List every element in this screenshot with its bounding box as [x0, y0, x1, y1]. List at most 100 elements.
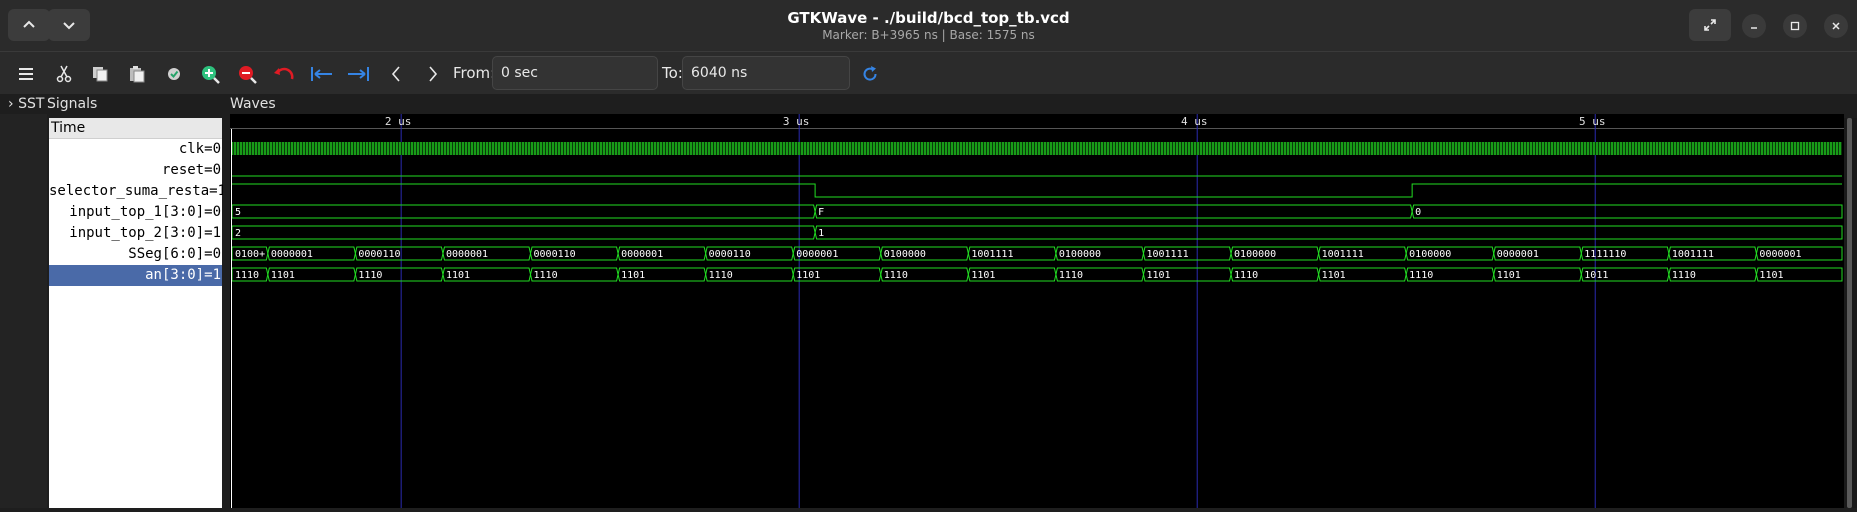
- prev-icon: [391, 66, 400, 82]
- menu-icon: [19, 68, 33, 80]
- from-input[interactable]: [492, 56, 658, 90]
- input-top-1-value-label: 5: [235, 207, 241, 218]
- signal-row-reset[interactable]: reset=0: [49, 160, 222, 181]
- cut-button[interactable]: [50, 60, 78, 88]
- zoom-begin-button[interactable]: [308, 60, 336, 88]
- wave-scrollbar[interactable]: [1844, 118, 1857, 508]
- sseg-value-label: 0000001: [271, 249, 313, 260]
- sseg-value-label: 1001111: [1672, 249, 1714, 260]
- sseg-value-label: 0100000: [1234, 249, 1276, 260]
- sseg-value-label: 0000001: [796, 249, 838, 260]
- input-top-1-segment: [231, 204, 816, 219]
- signals-title: Signals: [47, 96, 98, 112]
- an-value-label: 1101: [621, 270, 645, 281]
- copy-button[interactable]: [86, 60, 114, 88]
- undo-zoom-button[interactable]: [270, 60, 298, 88]
- an-value-label: 1101: [446, 270, 470, 281]
- title-bar: GTKWave - ./build/bcd_top_tb.vcd Marker:…: [0, 0, 1857, 52]
- an-value-label: 1110: [534, 270, 558, 281]
- signal-row-an[interactable]: an[3:0]=1: [49, 265, 222, 286]
- time-tick-label: 5 us: [1579, 115, 1606, 128]
- an-value-label: 1110: [709, 270, 733, 281]
- sst-expander[interactable]: › SST: [8, 96, 44, 112]
- sseg-value-label: 1001111: [1322, 249, 1364, 260]
- an-value-label: 1101: [1322, 270, 1346, 281]
- fullscreen-button[interactable]: [1689, 9, 1731, 41]
- toolbar: From: To:: [0, 52, 1857, 94]
- sst-label: SST: [18, 96, 45, 112]
- signals-list: Time clk=0 reset=0 selector_suma_resta=1…: [49, 118, 226, 508]
- sseg-value-label: 0100+: [235, 249, 265, 260]
- signal-value: 1: [212, 267, 221, 283]
- sseg-value-label: 1001111: [971, 249, 1013, 260]
- maximize-button[interactable]: [1783, 14, 1807, 38]
- close-button[interactable]: [1824, 14, 1848, 38]
- wave-canvas[interactable]: 2 us 3 us 4 us 5 us 5 F 0 2 1 0100+ 0000001 0000110…: [230, 114, 1844, 508]
- cut-icon: [56, 65, 72, 83]
- select-all-button[interactable]: [160, 60, 188, 88]
- maximize-icon: [1790, 21, 1800, 31]
- sseg-value-label: 0100000: [884, 249, 926, 260]
- time-tick-label: 4 us: [1181, 115, 1208, 128]
- paste-icon: [130, 66, 145, 83]
- time-tick-label: 3 us: [783, 115, 810, 128]
- copy-icon: [93, 67, 108, 82]
- zoom-in-button[interactable]: [196, 60, 224, 88]
- an-value-label: 1110: [1409, 270, 1433, 281]
- undo-icon: [274, 67, 294, 80]
- zoom-out-icon: [239, 66, 257, 84]
- an-value-label: 1101: [796, 270, 820, 281]
- zoom-in-icon: [202, 66, 220, 84]
- sst-panel: [0, 114, 47, 508]
- zoom-end-icon: [348, 67, 369, 81]
- an-value-label: 1110: [884, 270, 908, 281]
- signal-row-input-top-1[interactable]: input_top_1[3:0]=0: [49, 202, 222, 223]
- previous-button[interactable]: [382, 60, 410, 88]
- input-top-2-value-label: 1: [818, 228, 824, 239]
- an-value-label: 1110: [1234, 270, 1258, 281]
- input-top-1-segment: [1411, 204, 1843, 219]
- zoom-begin-icon: [311, 67, 332, 81]
- chevron-right-icon: ›: [8, 96, 14, 112]
- sseg-value-label: 0000001: [1497, 249, 1539, 260]
- zoom-end-button[interactable]: [344, 60, 372, 88]
- signal-row-clk[interactable]: clk=0: [49, 139, 222, 160]
- paste-button[interactable]: [123, 60, 151, 88]
- signal-value: 0: [212, 204, 221, 220]
- signal-row-input-top-2[interactable]: input_top_2[3:0]=1: [49, 223, 222, 244]
- input-top-2-value-label: 2: [235, 228, 241, 239]
- fullscreen-icon: [1704, 19, 1716, 31]
- zoom-out-button[interactable]: [233, 60, 261, 88]
- input-top-1-segment: [814, 204, 1413, 219]
- sseg-value-label: 0000110: [358, 249, 400, 260]
- minimize-button[interactable]: [1742, 14, 1766, 38]
- sseg-value-label: 0100000: [1059, 249, 1101, 260]
- sseg-value-label: 1001111: [1146, 249, 1188, 260]
- sseg-value-label: 0100000: [1409, 249, 1451, 260]
- input-top-2-segment: [231, 225, 816, 240]
- time-tick-label: 2 us: [385, 115, 412, 128]
- an-value-label: 1101: [971, 270, 995, 281]
- signal-row-sseg[interactable]: SSeg[6:0]=0: [49, 244, 222, 265]
- signal-value: 1: [212, 225, 221, 241]
- to-input[interactable]: [682, 56, 850, 90]
- an-value-label: 1101: [1497, 270, 1521, 281]
- an-value-label: 1101: [1146, 270, 1170, 281]
- signal-name: selector_suma_resta: [49, 183, 210, 199]
- select-all-icon: [168, 68, 180, 80]
- signal-name: clk: [178, 141, 205, 157]
- scrollbar-thumb[interactable]: [1847, 118, 1852, 508]
- from-label: From:: [453, 64, 496, 82]
- menu-button[interactable]: [12, 60, 40, 88]
- sseg-value-label: 0000110: [534, 249, 576, 260]
- reload-button[interactable]: [856, 60, 884, 88]
- waveform-display[interactable]: 2 us 3 us 4 us 5 us 5 F 0 2 1 0100+ 0000001 0000110…: [230, 114, 1844, 508]
- an-value-label: 1110: [358, 270, 382, 281]
- input-top-2-segment: [814, 225, 1843, 240]
- an-value-label: 1011: [1584, 270, 1608, 281]
- next-button[interactable]: [419, 60, 447, 88]
- time-header: Time: [49, 118, 222, 139]
- signal-name: input_top_1[3:0]: [69, 204, 205, 220]
- signal-name: input_top_2[3:0]: [69, 225, 205, 241]
- signal-row-selector-suma-resta[interactable]: selector_suma_resta=1: [49, 181, 226, 202]
